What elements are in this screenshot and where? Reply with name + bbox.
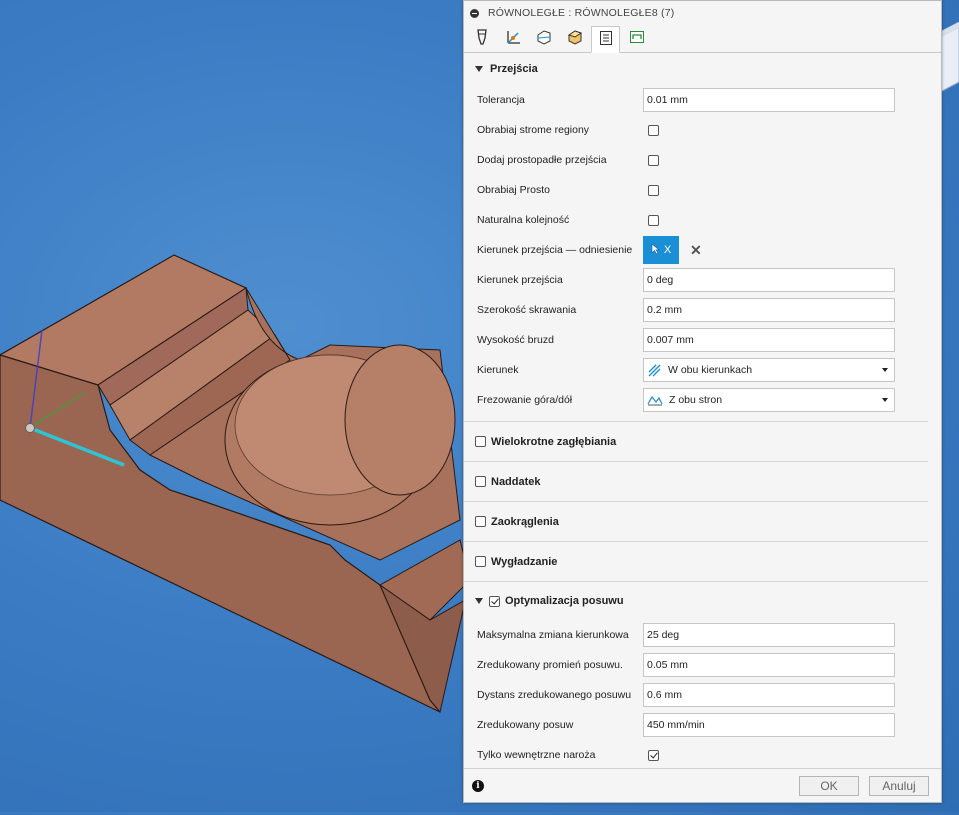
feed-optimization-group[interactable]: Optymalizacja posuwu xyxy=(464,582,928,620)
max-dir-change-input[interactable]: 25 deg xyxy=(643,623,895,647)
straight-label: Obrabiaj Prosto xyxy=(477,184,550,196)
tab-stock[interactable] xyxy=(560,25,589,52)
passes-group-title: Przejścia xyxy=(490,63,538,75)
max-dir-change-row: Maksymalna zmiana kierunkowa 25 deg xyxy=(464,620,928,650)
collapse-icon[interactable] xyxy=(470,8,479,18)
passes-group-header[interactable]: Przejścia xyxy=(464,53,928,85)
dialog-footer: i OK Anuluj xyxy=(464,768,941,802)
reduced-distance-input[interactable]: 0.6 mm xyxy=(643,683,895,707)
reduced-feed-input[interactable]: 450 mm/min xyxy=(643,713,895,737)
multiple-depths-checkbox[interactable] xyxy=(475,436,486,447)
inner-corners-label: Tylko wewnętrzne naroża xyxy=(477,749,596,761)
reduced-radius-input[interactable]: 0.05 mm xyxy=(643,653,895,677)
tab-geometry[interactable] xyxy=(498,25,527,52)
direction-mode-value: W obu kierunkach xyxy=(668,364,753,376)
feed-optimization-checkbox[interactable] xyxy=(489,595,500,607)
tab-heights[interactable] xyxy=(529,25,558,52)
passes-icon xyxy=(599,30,613,49)
multiple-depths-title: Wielokrotne zagłębiania xyxy=(491,435,617,448)
scallop-input[interactable]: 0.007 mm xyxy=(643,328,895,352)
natural-order-row: Naturalna kolejność xyxy=(464,205,928,235)
steep-row: Obrabiaj strome regiony xyxy=(464,115,928,145)
reduced-feed-row: Zredukowany posuw 450 mm/min xyxy=(464,710,928,740)
perpendicular-label: Dodaj prostopadłe przejścia xyxy=(477,154,607,166)
stepover-label: Szerokość skrawania xyxy=(477,304,577,316)
direction-mode-row: Kierunek W obu kierunkach xyxy=(464,355,928,385)
direction-ref-button-label: X xyxy=(663,244,672,256)
multiple-depths-group[interactable]: Wielokrotne zagłębiania xyxy=(464,422,928,461)
smoothing-group[interactable]: Wygładzanie xyxy=(464,542,928,581)
scallop-label: Wysokość bruzd xyxy=(477,334,554,346)
direction-ref-select-button[interactable]: X xyxy=(643,236,679,264)
feed-optimization-title: Optymalizacja posuwu xyxy=(505,595,624,607)
natural-order-label: Naturalna kolejność xyxy=(477,214,570,226)
stock-to-leave-group[interactable]: Naddatek xyxy=(464,462,928,501)
perpendicular-checkbox[interactable] xyxy=(648,154,659,166)
parallel-operation-dialog: RÓWNOLEGŁE : RÓWNOLEGŁE8 (7) Przejścia T… xyxy=(463,0,942,803)
cancel-button[interactable]: Anuluj xyxy=(869,775,929,796)
fillets-group[interactable]: Zaokrąglenia xyxy=(464,502,928,541)
inner-corners-checkbox[interactable] xyxy=(648,749,659,761)
direction-mode-label: Kierunek xyxy=(477,364,519,376)
straight-checkbox[interactable] xyxy=(648,184,659,196)
direction-label: Kierunek przejścia xyxy=(477,274,563,286)
dialog-title-bar[interactable]: RÓWNOLEGŁE : RÓWNOLEGŁE8 (7) xyxy=(464,1,941,25)
dialog-title: RÓWNOLEGŁE : RÓWNOLEGŁE8 (7) xyxy=(488,7,675,19)
updown-row: Frezowanie góra/dół Z obu stron xyxy=(464,385,928,415)
stock-to-leave-checkbox[interactable] xyxy=(475,476,486,487)
tab-strip xyxy=(464,25,941,53)
updown-value: Z obu stron xyxy=(669,394,723,406)
stock-icon xyxy=(567,29,583,48)
tolerance-input[interactable]: 0.01 mm xyxy=(643,88,895,112)
direction-input[interactable]: 0 deg xyxy=(643,268,895,292)
expand-triangle-icon xyxy=(475,66,483,72)
dropdown-arrow-icon xyxy=(882,368,888,372)
reduced-distance-row: Dystans zredukowanego posuwu 0.6 mm xyxy=(464,680,928,710)
direction-mode-select[interactable]: W obu kierunkach xyxy=(643,358,895,382)
geometry-icon xyxy=(505,29,521,48)
perpendicular-row: Dodaj prostopadłe przejścia xyxy=(464,145,928,175)
tab-tool[interactable] xyxy=(467,25,496,52)
clear-selection-icon[interactable]: ✕ xyxy=(690,242,702,259)
natural-order-checkbox[interactable] xyxy=(648,214,659,226)
both-directions-icon xyxy=(647,363,662,378)
straight-row: Obrabiaj Prosto xyxy=(464,175,928,205)
tab-passes[interactable] xyxy=(591,26,620,53)
ok-button[interactable]: OK xyxy=(799,775,859,796)
reduced-distance-label: Dystans zredukowanego posuwu xyxy=(477,689,632,701)
smoothing-checkbox[interactable] xyxy=(475,556,486,567)
reduced-feed-label: Zredukowany posuw xyxy=(477,719,574,731)
max-dir-change-label: Maksymalna zmiana kierunkowa xyxy=(477,629,629,641)
info-icon[interactable]: i xyxy=(472,779,484,792)
steep-checkbox[interactable] xyxy=(648,124,659,136)
cursor-arrow-icon xyxy=(651,242,660,258)
dropdown-arrow-icon xyxy=(882,398,888,402)
expand-triangle-icon xyxy=(475,598,483,604)
reduced-radius-row: Zredukowany promień posuwu. 0.05 mm xyxy=(464,650,928,680)
heights-icon xyxy=(536,29,552,48)
fillets-title: Zaokrąglenia xyxy=(491,515,559,528)
stock-to-leave-title: Naddatek xyxy=(491,475,541,488)
reduced-radius-label: Zredukowany promień posuwu. xyxy=(477,659,623,671)
direction-row: Kierunek przejścia 0 deg xyxy=(464,265,928,295)
linking-icon xyxy=(629,29,645,48)
steep-label: Obrabiaj strome regiony xyxy=(477,124,590,136)
stepover-row: Szerokość skrawania 0.2 mm xyxy=(464,295,928,325)
fillets-checkbox[interactable] xyxy=(475,516,486,527)
scallop-row: Wysokość bruzd 0.007 mm xyxy=(464,325,928,355)
direction-ref-row: Kierunek przejścia — odniesienie X ✕ xyxy=(464,235,928,265)
tolerance-row: Tolerancja 0.01 mm xyxy=(464,85,928,115)
tolerance-label: Tolerancja xyxy=(477,94,525,106)
tool-icon xyxy=(475,29,489,48)
inner-corners-row: Tylko wewnętrzne naroża xyxy=(464,740,928,770)
updown-select[interactable]: Z obu stron xyxy=(643,388,895,412)
direction-ref-label: Kierunek przejścia — odniesienie xyxy=(477,244,633,256)
smoothing-title: Wygładzanie xyxy=(491,555,558,568)
updown-label: Frezowanie góra/dół xyxy=(477,394,573,406)
stepover-input[interactable]: 0.2 mm xyxy=(643,298,895,322)
tab-linking[interactable] xyxy=(622,25,651,52)
updown-milling-icon xyxy=(647,394,663,406)
